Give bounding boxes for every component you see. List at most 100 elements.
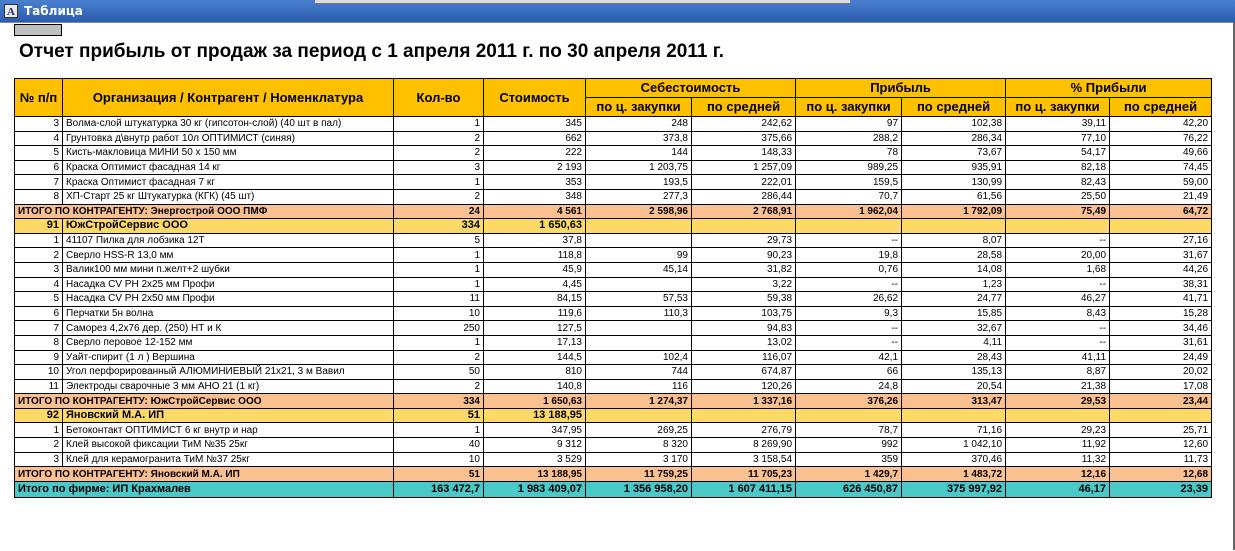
table-cell: Краска Оптимист фасадная 7 кг bbox=[62, 174, 394, 190]
table-row: 9 Уайт-спирит (1 л ) Вершина 2 144,5 102,4 11… bbox=[14, 349, 1213, 366]
table-cell: 9,3 bbox=[795, 305, 903, 322]
header-row-top: № п/п Организация / Контрагент / Номенкл… bbox=[14, 78, 1213, 117]
table-row: 2 Клей высокой фиксации ТиМ №35 25кг 40 9 3… bbox=[14, 437, 1213, 453]
table-cell: 21,49 bbox=[1109, 188, 1213, 205]
subtotal-cell: 11 705,23 bbox=[690, 466, 797, 482]
table-cell: 250 bbox=[393, 320, 484, 336]
table-cell: 1,68 bbox=[1005, 261, 1111, 278]
subtotal-label: ИТОГО ПО КОНТРАГЕНТУ: Яновский М.А. ИП bbox=[14, 466, 394, 482]
table-cell: 14,08 bbox=[901, 261, 1007, 278]
table-cell: 8,87 bbox=[1005, 364, 1111, 380]
table-cell: 12,60 bbox=[1109, 437, 1213, 453]
table-cell: 2 bbox=[14, 437, 63, 453]
subtotal-cell: 1 429,7 bbox=[795, 466, 903, 482]
table-cell: 992 bbox=[795, 437, 903, 453]
firm-total-cell: 1 983 409,07 bbox=[483, 480, 586, 498]
table-cell: 20,00 bbox=[1005, 247, 1111, 263]
subtotal-label: ИТОГО ПО КОНТРАГЕНТУ: Энергострой ООО ПМ… bbox=[14, 203, 394, 220]
table-cell: 102,4 bbox=[585, 349, 692, 366]
table-cell: 59,38 bbox=[690, 291, 797, 307]
table-cell: Краска Оптимист фасадная 14 кг bbox=[62, 159, 394, 176]
table-cell: 242,62 bbox=[690, 116, 797, 132]
table-cell: 10 bbox=[14, 364, 63, 380]
table-cell: 4,45 bbox=[483, 276, 586, 293]
table-cell bbox=[585, 334, 692, 351]
subtotal-cell: 51 bbox=[393, 466, 484, 482]
table-cell: 345 bbox=[483, 116, 586, 132]
table-cell: 1 bbox=[393, 261, 484, 278]
subtotal-cell: 1 337,16 bbox=[690, 393, 797, 409]
table-cell: 8,43 bbox=[1005, 305, 1111, 322]
firm-total-cell: 626 450,87 bbox=[795, 480, 903, 498]
col-header-pct-avg: по средней bbox=[1109, 97, 1213, 117]
table-cell: 73,67 bbox=[901, 145, 1007, 161]
table-cell: 2 bbox=[14, 247, 63, 263]
table-cell bbox=[585, 232, 692, 249]
empty-cell bbox=[1005, 407, 1111, 424]
table-cell: 9 bbox=[14, 349, 63, 366]
table-cell: 3 170 bbox=[585, 451, 692, 468]
table-cell: 45,9 bbox=[483, 261, 586, 278]
col-header-qty: Кол-во bbox=[393, 78, 484, 117]
col-header-num: № п/п bbox=[14, 78, 63, 117]
subtotal-cell: 12,16 bbox=[1005, 466, 1111, 482]
table-cell: 25,50 bbox=[1005, 188, 1111, 205]
table-cell: 42,20 bbox=[1109, 116, 1213, 132]
toolbar-button[interactable] bbox=[14, 24, 62, 36]
table-cell: -- bbox=[1005, 276, 1111, 293]
table-cell: 120,26 bbox=[690, 378, 797, 395]
table-cell: 2 bbox=[393, 378, 484, 395]
table-cell: 359 bbox=[795, 451, 903, 468]
table-cell: ХП-Старт 25 кг Штукатурка (КГК) (45 шт) bbox=[62, 188, 394, 205]
table-cell: 37,8 bbox=[483, 232, 586, 249]
table-cell: 3 529 bbox=[483, 451, 586, 468]
table-cell: -- bbox=[1005, 320, 1111, 336]
table-cell: 31,82 bbox=[690, 261, 797, 278]
table-cell: 7 bbox=[14, 320, 63, 336]
table-cell: 159,5 bbox=[795, 174, 903, 190]
table-cell: 41,11 bbox=[1005, 349, 1111, 366]
table-cell: 102,38 bbox=[901, 116, 1007, 132]
subtotal-cell: 4 561 bbox=[483, 203, 586, 220]
firm-total-cell: 375 997,92 bbox=[901, 480, 1007, 498]
table-cell: 50 bbox=[393, 364, 484, 380]
table-cell: 130,99 bbox=[901, 174, 1007, 190]
table-cell: 82,43 bbox=[1005, 174, 1111, 190]
table-cell: 29,73 bbox=[690, 232, 797, 249]
subtotal-cell: 29,53 bbox=[1005, 393, 1111, 409]
empty-cell bbox=[901, 218, 1007, 234]
table-cell: 24,77 bbox=[901, 291, 1007, 307]
table-row: 4 Грунтовка д\внутр работ 10л ОПТИМИСТ (с… bbox=[14, 130, 1213, 147]
table-cell: 70,7 bbox=[795, 188, 903, 205]
table-cell: 0,76 bbox=[795, 261, 903, 278]
table-cell: 28,43 bbox=[901, 349, 1007, 366]
table-cell: 8,07 bbox=[901, 232, 1007, 249]
table-cell: 34,46 bbox=[1109, 320, 1213, 336]
table-cell: 1 bbox=[393, 174, 484, 190]
table-cell: 1 bbox=[393, 116, 484, 132]
table-cell: 26,62 bbox=[795, 291, 903, 307]
table-cell: 11,73 bbox=[1109, 451, 1213, 468]
table-cell: 15,85 bbox=[901, 305, 1007, 322]
firm-total-cell: 23,39 bbox=[1109, 480, 1213, 498]
table-cell: 375,66 bbox=[690, 130, 797, 147]
table-cell: 57,53 bbox=[585, 291, 692, 307]
table-cell: 8 269,90 bbox=[690, 437, 797, 453]
table-row: 6 Краска Оптимист фасадная 14 кг 3 2 193 1 2… bbox=[14, 159, 1213, 176]
table-cell: 116,07 bbox=[690, 349, 797, 366]
table-cell: 110,3 bbox=[585, 305, 692, 322]
table-cell: -- bbox=[1005, 334, 1111, 351]
subtotal-cell: 313,47 bbox=[901, 393, 1007, 409]
firm-total-cell: 1 607 411,15 bbox=[690, 480, 797, 498]
table-cell: 27,16 bbox=[1109, 232, 1213, 249]
subtotal-cell: 24 bbox=[393, 203, 484, 220]
table-cell: 29,23 bbox=[1005, 422, 1111, 439]
window-titlebar[interactable]: A Таблица bbox=[0, 0, 1235, 22]
table-cell: 39,11 bbox=[1005, 116, 1111, 132]
counterparty-row: 92 Яновский М.А. ИП 51 13 188,95 bbox=[14, 407, 1213, 424]
table-cell: 11,92 bbox=[1005, 437, 1111, 453]
col-header-org: Организация / Контрагент / Номенклатура bbox=[62, 78, 394, 117]
subtotal-cell: 64,72 bbox=[1109, 203, 1213, 220]
col-header-pct: % Прибыли bbox=[1005, 78, 1213, 98]
table-cell: 77,10 bbox=[1005, 130, 1111, 147]
